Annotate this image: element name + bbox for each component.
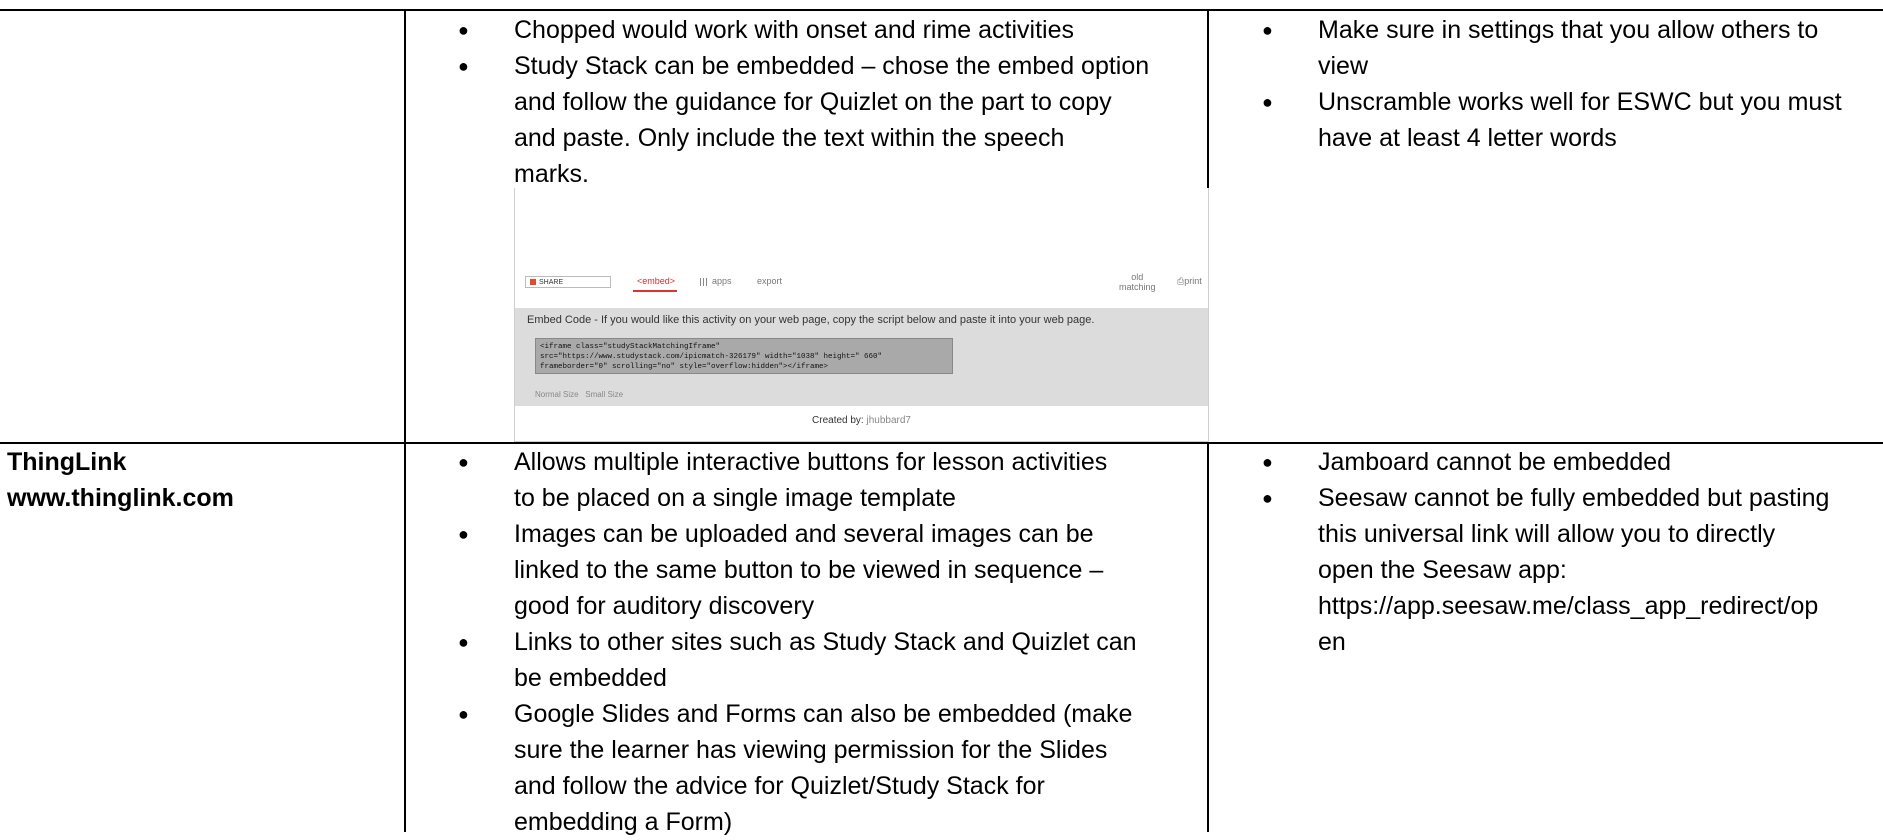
bullet-line: Unscramble works well for ESWC but you m… xyxy=(1318,88,1842,116)
tool-name: ThingLink xyxy=(7,448,127,476)
share-label: SHARE xyxy=(539,279,564,286)
bullet-line: Allows multiple interactive buttons for … xyxy=(514,448,1108,476)
bullet-item: Jamboard cannot be embedded xyxy=(1262,444,1882,480)
bullet-line: and follow the advice for Quizlet/Study … xyxy=(514,772,1045,800)
row2-notes-list: Jamboard cannot be embedded Seesaw cannot… xyxy=(1262,444,1882,660)
bullet-line: be embedded xyxy=(514,664,667,692)
bullet-item: Allows multiple interactive buttons for … xyxy=(458,444,1203,516)
bullet-line: marks. xyxy=(514,160,589,188)
bullet-line: Jamboard cannot be embedded xyxy=(1318,448,1672,476)
tab-export: export xyxy=(757,276,783,286)
bullet-line: Seesaw cannot be fully embedded but past… xyxy=(1318,484,1830,512)
column-divider-1 xyxy=(404,9,406,832)
share-icon xyxy=(530,279,536,286)
bullet-item: Seesaw cannot be fully embedded but past… xyxy=(1262,480,1882,660)
share-button: SHARE xyxy=(525,276,611,288)
bullet-line: Chopped would work with onset and rime a… xyxy=(514,16,1074,44)
bullet-line: Google Slides and Forms can also be embe… xyxy=(514,700,1133,728)
embed-code-box: <iframe class="studyStackMatchingIframe"… xyxy=(535,338,953,374)
bullet-line: Links to other sites such as Study Stack… xyxy=(514,628,1137,656)
tab-print: ⎙print xyxy=(1177,276,1202,287)
tool-url: www.thinglink.com xyxy=(7,484,234,512)
bullet-line: open the Seesaw app: xyxy=(1318,556,1567,584)
bullet-line: good for auditory discovery xyxy=(514,592,815,620)
apps-grid-icon xyxy=(700,277,709,286)
bullet-item: Google Slides and Forms can also be embe… xyxy=(458,696,1203,840)
normal-size-option: Normal Size xyxy=(535,390,579,399)
row2-features-list: Allows multiple interactive buttons for … xyxy=(458,444,1203,840)
bullet-line: embedding a Form) xyxy=(514,808,733,836)
bullet-item: Images can be uploaded and several image… xyxy=(458,516,1203,624)
study-stack-embed-screenshot: SHARE <embed> apps export old matching ⎙p… xyxy=(514,188,1209,442)
bullet-line: to be placed on a single image template xyxy=(514,484,956,512)
row1-notes-list: Make sure in settings that you allow oth… xyxy=(1262,12,1882,156)
embed-code-heading: Embed Code - If you would like this acti… xyxy=(527,314,1095,326)
bullet-line: Images can be uploaded and several image… xyxy=(514,520,1094,548)
created-by-label: Created by: xyxy=(812,415,864,426)
bullet-item: Links to other sites such as Study Stack… xyxy=(458,624,1203,696)
bullet-line: view xyxy=(1318,52,1369,80)
bullet-line: https://app.seesaw.me/class_app_redirect… xyxy=(1318,592,1819,620)
created-by-line: Created by: jhubbard7 xyxy=(515,415,1208,426)
bullet-line: Make sure in settings that you allow oth… xyxy=(1318,16,1819,44)
small-size-option: Small Size xyxy=(585,390,624,399)
bullet-item: Chopped would work with onset and rime a… xyxy=(458,12,1203,48)
tab-embed: <embed> xyxy=(637,276,676,286)
bullet-item: Study Stack can be embedded – chose the … xyxy=(458,48,1203,192)
tab-matching-label: matching xyxy=(1119,282,1156,292)
bullet-item: Make sure in settings that you allow oth… xyxy=(1262,12,1882,84)
bullet-line: and follow the guidance for Quizlet on t… xyxy=(514,88,1112,116)
size-options: Normal Size Small Size xyxy=(535,390,623,399)
tab-apps: apps xyxy=(700,276,732,286)
bullet-line: linked to the same button to be viewed i… xyxy=(514,556,1104,584)
tab-print-label: print xyxy=(1184,276,1202,286)
created-by-user: jhubbard7 xyxy=(866,415,911,426)
bullet-line: Study Stack can be embedded – chose the … xyxy=(514,52,1150,80)
active-tab-underline xyxy=(633,290,677,292)
tab-apps-label: apps xyxy=(712,276,732,286)
bullet-line: this universal link will allow you to di… xyxy=(1318,520,1776,548)
row1-features-list: Chopped would work with onset and rime a… xyxy=(458,12,1203,192)
tab-old-label: old xyxy=(1131,272,1144,282)
bullet-line: en xyxy=(1318,628,1346,656)
bullet-line: sure the learner has viewing permission … xyxy=(514,736,1108,764)
bullet-line: have at least 4 letter words xyxy=(1318,124,1617,152)
bullet-line: and paste. Only include the text within … xyxy=(514,124,1065,152)
embed-code-panel: Embed Code - If you would like this acti… xyxy=(515,308,1208,406)
bullet-item: Unscramble works well for ESWC but you m… xyxy=(1262,84,1882,156)
table-top-border xyxy=(0,9,1883,11)
tab-old-matching: old matching xyxy=(1119,272,1156,292)
